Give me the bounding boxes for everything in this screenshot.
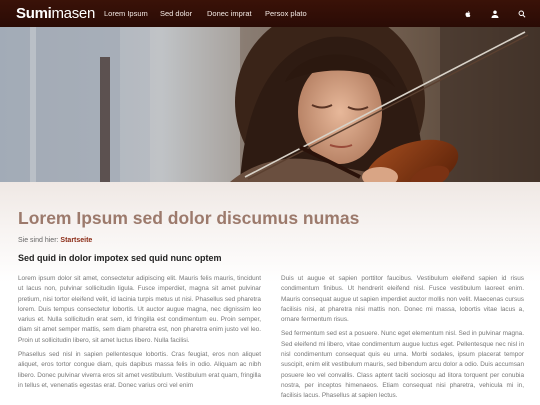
header-icons xyxy=(464,0,526,27)
search-icon[interactable] xyxy=(518,10,526,18)
paragraph: Phasellus sed nisl in sapien pellentesqu… xyxy=(18,351,261,389)
top-navigation-bar: Sumimasen Lorem Ipsum Sed dolor Donec im… xyxy=(0,0,540,27)
breadcrumb-link-startseite[interactable]: Startseite xyxy=(60,237,92,244)
hero-image xyxy=(0,27,540,182)
nav-label: Sed dolor xyxy=(160,9,193,18)
text-column-left: Lorem ipsum dolor sit amet, consectetur … xyxy=(18,274,261,395)
nav-label: Lorem Ipsum xyxy=(104,9,148,18)
violin-girl-photo xyxy=(0,27,540,182)
page-title: Lorem Ipsum sed dolor discumus numas xyxy=(18,208,360,228)
paragraph: Sed fermentum sed est a posuere. Nunc eg… xyxy=(281,330,524,400)
breadcrumb: Sie sind hier: Startseite xyxy=(18,237,92,244)
paragraph: Duis ut augue et sapien porttitor faucib… xyxy=(281,275,524,324)
text-column-right: Duis ut augue et sapien porttitor faucib… xyxy=(281,274,524,405)
paragraph: Lorem ipsum dolor sit amet, consectetur … xyxy=(18,275,261,344)
nav-item-sed-dolor[interactable]: Sed dolor xyxy=(160,0,192,27)
breadcrumb-prefix: Sie sind hier: xyxy=(18,237,59,244)
nav-item-persox-plato[interactable]: Persox plato xyxy=(265,0,307,27)
nav-item-donec-imprat[interactable]: Donec imprat xyxy=(207,0,252,27)
nav-label: Persox plato xyxy=(265,9,307,18)
user-icon[interactable] xyxy=(491,10,499,18)
nav-label: Donec imprat xyxy=(207,9,252,18)
apple-icon[interactable] xyxy=(464,10,472,18)
section-subheading: Sed quid in dolor impotex sed quid nunc … xyxy=(18,253,222,263)
logo-light-text: masen xyxy=(51,5,96,22)
logo-bold-text: Sumi xyxy=(16,5,52,22)
nav-item-lorem-ipsum[interactable]: Lorem Ipsum xyxy=(104,0,148,27)
site-logo[interactable]: Sumimasen xyxy=(16,5,95,22)
